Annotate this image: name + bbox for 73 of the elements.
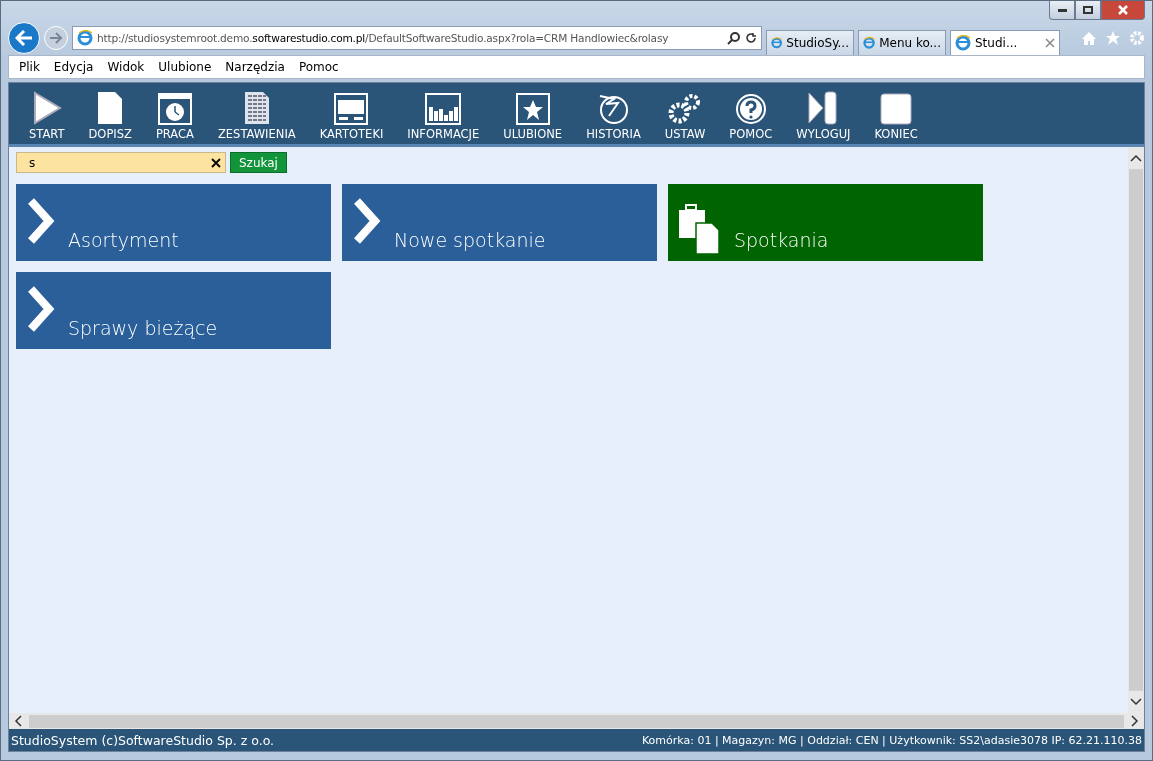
toolbar-button[interactable]: START [17,91,77,141]
history-icon [597,93,630,125]
close-icon [1118,5,1128,15]
gears-icon [668,93,703,125]
toolbar-button[interactable]: HISTORIA [574,93,653,141]
scroll-right-icon[interactable] [1128,715,1140,727]
search-field[interactable]: s [16,152,226,173]
menu-item[interactable]: Ulubione [158,60,212,74]
browser-tab[interactable]: Studi... [950,30,1060,55]
browser-logo-icon [955,35,971,51]
horizontal-scrollbar[interactable] [9,713,1144,729]
toolbar-button[interactable]: KARTOTEKI [307,93,396,141]
vertical-scrollbar[interactable] [1128,147,1144,713]
toolbar-button[interactable]: WYLOGUJ [784,91,863,141]
browser-tab[interactable]: Menu ko... [858,30,946,55]
toolbar-button[interactable]: ZESTAWIENIA [205,91,308,141]
toolbar-button[interactable]: POMOC [717,93,785,141]
stop-icon [880,93,913,125]
menu-item[interactable]: Widok [107,60,145,74]
menu-tile[interactable]: Sprawy bieżące [16,272,331,349]
help-icon [734,93,767,125]
browser-logo-icon [77,30,93,46]
refresh-icon[interactable] [745,32,757,44]
toolbar-button[interactable]: USTAW [652,93,718,141]
briefcase-document-icon [678,203,722,255]
menu-tile[interactable]: Nowe spotkanie [342,184,657,261]
report-icon [243,91,270,125]
scroll-up-icon[interactable] [1130,153,1142,163]
forward-button[interactable] [44,26,68,50]
toolbar-button[interactable]: INFORMACJE [395,93,492,141]
address-bar[interactable]: http://studiosystemroot.demo.softwarestudio.com.pl/DefaultSoftwareStudio.aspx?rola=CRM Handlowiec&rolasy [72,26,762,50]
menu-item[interactable]: Plik [19,60,40,74]
star-icon[interactable] [1105,30,1121,46]
url-text: http://studiosystemroot.demo.softwarestudio.com.pl/DefaultSoftwareStudio.aspx?rola=CRM Handlowiec&rolasy [97,32,670,44]
close-tab-icon[interactable] [1045,38,1055,48]
chevron-icon [26,198,56,244]
maximize-button[interactable] [1075,1,1101,20]
search-icon[interactable] [727,31,741,45]
toolbar-button[interactable]: PRACA [143,93,206,141]
minimize-button[interactable] [1049,1,1075,20]
left-arrow-icon [15,30,33,46]
right-arrow-icon [49,32,63,44]
back-button[interactable] [8,22,40,54]
menu-item[interactable]: Pomoc [298,60,339,74]
clock-window-icon [157,93,192,125]
chevron-icon [352,198,382,244]
minimize-icon [1057,8,1067,12]
menu-tile[interactable]: Asortyment [16,184,331,261]
browser-logo-icon [771,35,783,51]
toolbar-button[interactable]: DOPISZ [76,91,144,141]
search-button[interactable]: Szukaj [230,152,287,173]
browser-logo-icon [863,35,876,51]
chevron-icon [26,286,56,332]
scroll-down-icon[interactable] [1130,697,1142,707]
document-icon [97,91,124,125]
clear-icon[interactable] [211,157,221,168]
search-input[interactable]: s [27,154,211,171]
session-info-text: Komórka: 01 | Magazyn: MG | Oddział: CEN | Użytkownik: SS2\adasie3078 IP: 62.21.110.38 [641,733,1142,747]
play-icon [31,91,62,125]
toolbar-button[interactable]: KONIEC [862,93,930,141]
copyright-text: StudioSystem (c)SoftwareStudio Sp. z o.o. [11,732,275,748]
menu-item[interactable]: Narzędzia [225,60,285,74]
bar-chart-icon [425,93,462,125]
menu-item[interactable]: Edycja [53,60,94,74]
browser-tab[interactable]: StudioSy... [766,30,854,55]
window-icon [334,93,369,125]
menu-tile[interactable]: Spotkania [668,184,983,261]
scroll-left-icon[interactable] [13,715,25,727]
close-button[interactable] [1101,1,1145,20]
toolbar-button[interactable]: ULUBIONE [491,93,575,141]
maximize-icon [1083,6,1093,14]
logout-icon [807,91,840,125]
star-window-icon [515,93,550,125]
